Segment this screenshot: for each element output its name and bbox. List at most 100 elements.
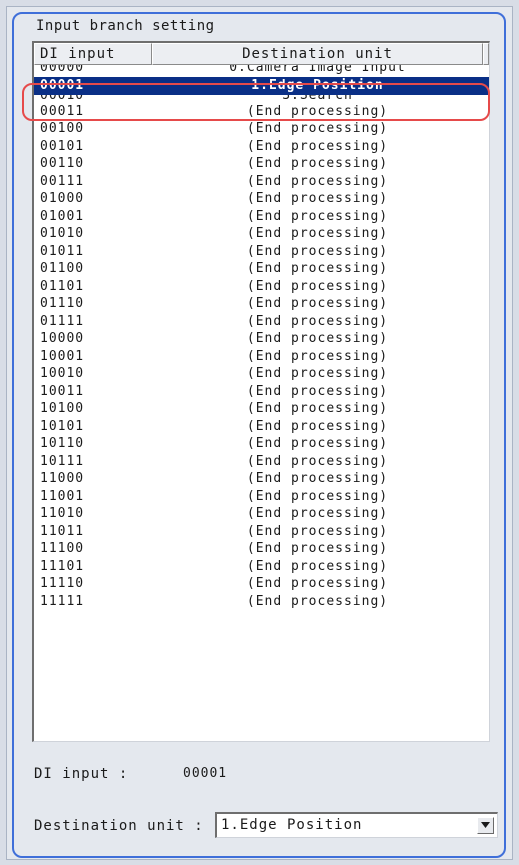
row-di: 11110 [40, 576, 85, 591]
row-di: 01001 [40, 208, 85, 224]
column-header-destination-unit[interactable]: Destination unit [152, 43, 483, 65]
row-di: 10100 [40, 401, 85, 416]
list-row[interactable]: 01001 (End processing) [34, 208, 489, 226]
list-row[interactable]: 00100 (End processing) [34, 120, 489, 138]
list-row[interactable]: 00110 (End processing) [34, 155, 489, 173]
row-dest: (End processing) [246, 436, 389, 451]
row-dest: (End processing) [246, 366, 389, 381]
row-dest: (End processing) [246, 576, 389, 591]
row-dest: 3.Search [282, 94, 353, 103]
di-input-value: 00001 [183, 766, 228, 781]
branch-list[interactable]: DI input Destination unit 00000 0.Camera… [32, 41, 490, 742]
row-di: 01100 [40, 261, 85, 276]
list-row-selected[interactable]: 00001 1.Edge Position [34, 77, 489, 95]
dropdown-button[interactable] [477, 817, 494, 834]
column-header-filler [483, 43, 489, 65]
row-di: 11100 [40, 541, 85, 556]
row-dest: (End processing) [246, 453, 389, 469]
list-row-partial[interactable]: 00000 0.Camera Image Input [34, 65, 489, 77]
list-row[interactable]: 01011 (End processing) [34, 243, 489, 261]
row-dest: (End processing) [246, 138, 389, 154]
row-dest: (End processing) [246, 331, 389, 346]
row-di: 01110 [40, 296, 85, 311]
row-dest: (End processing) [246, 418, 389, 434]
row-di: 10111 [40, 453, 85, 469]
list-row[interactable]: 00011 (End processing) [34, 103, 489, 121]
row-di: 01010 [40, 226, 85, 241]
row-di: 00010 [40, 94, 85, 103]
row-dest: (End processing) [246, 261, 389, 276]
list-row[interactable]: 01111 (End processing) [34, 313, 489, 331]
row-di: 10010 [40, 366, 85, 381]
row-dest: (End processing) [246, 243, 389, 259]
list-row[interactable]: 01101 (End processing) [34, 278, 489, 296]
row-dest: (End processing) [246, 191, 389, 206]
di-input-label: DI input : [34, 766, 129, 782]
row-dest: (End processing) [246, 383, 389, 399]
row-di: 01011 [40, 243, 85, 259]
row-dest: (End processing) [246, 313, 389, 329]
row-dest: (End processing) [246, 121, 389, 136]
row-di: 01101 [40, 278, 85, 294]
row-dest: (End processing) [246, 226, 389, 241]
row-dest: 0.Camera Image Input [229, 65, 406, 75]
row-dest: (End processing) [246, 558, 389, 574]
list-row[interactable]: 00101 (End processing) [34, 138, 489, 156]
list-row[interactable]: 11000 (End processing) [34, 470, 489, 488]
row-dest: (End processing) [246, 593, 389, 609]
row-di: 11001 [40, 488, 85, 504]
row-dest: (End processing) [246, 208, 389, 224]
row-dest: (End processing) [246, 103, 389, 119]
list-row[interactable]: 10100 (End processing) [34, 400, 489, 418]
row-di: 11101 [40, 558, 85, 574]
row-dest: 1.Edge Position [251, 78, 384, 93]
list-row[interactable]: 01100 (End processing) [34, 260, 489, 278]
destination-unit-select[interactable]: 1.Edge Position [215, 812, 498, 838]
list-row[interactable]: 10011 (End processing) [34, 383, 489, 401]
row-di: 00100 [40, 121, 85, 136]
row-di: 11000 [40, 471, 85, 486]
list-row[interactable]: 10010 (End processing) [34, 365, 489, 383]
list-row[interactable]: 01000 (End processing) [34, 190, 489, 208]
list-row[interactable]: 10000 (End processing) [34, 330, 489, 348]
row-dest: (End processing) [246, 401, 389, 416]
row-dest: (End processing) [246, 156, 389, 171]
row-di: 10110 [40, 436, 85, 451]
list-row[interactable]: 00111 (End processing) [34, 173, 489, 191]
row-dest: (End processing) [246, 296, 389, 311]
row-di: 10011 [40, 383, 85, 399]
row-di: 10001 [40, 348, 85, 364]
row-di: 11010 [40, 506, 85, 521]
column-header-di-input[interactable]: DI input [34, 43, 152, 65]
list-row-partial[interactable]: 00010 3.Search [34, 95, 489, 103]
row-di: 00011 [40, 103, 85, 119]
row-dest: (End processing) [246, 173, 389, 189]
list-header: DI input Destination unit [34, 43, 489, 65]
row-di: 00101 [40, 138, 85, 154]
list-row[interactable]: 11111 (End processing) [34, 593, 489, 611]
list-row[interactable]: 11001 (End processing) [34, 488, 489, 506]
row-di: 11011 [40, 523, 85, 539]
row-dest: (End processing) [246, 541, 389, 556]
destination-unit-label: Destination unit : [34, 818, 204, 834]
list-row[interactable]: 10001 (End processing) [34, 348, 489, 366]
chevron-down-icon [481, 822, 490, 828]
row-di: 01111 [40, 313, 85, 329]
list-row[interactable]: 10111 (End processing) [34, 453, 489, 471]
row-di: 00111 [40, 173, 85, 189]
row-dest: (End processing) [246, 523, 389, 539]
list-row[interactable]: 11011 (End processing) [34, 523, 489, 541]
row-dest: (End processing) [246, 506, 389, 521]
list-row[interactable]: 01010 (End processing) [34, 225, 489, 243]
row-dest: (End processing) [246, 488, 389, 504]
list-row[interactable]: 11110 (End processing) [34, 575, 489, 593]
list-row[interactable]: 10110 (End processing) [34, 435, 489, 453]
row-di: 00110 [40, 156, 85, 171]
list-row[interactable]: 01110 (End processing) [34, 295, 489, 313]
list-row[interactable]: 10101 (End processing) [34, 418, 489, 436]
list-row[interactable]: 11101 (End processing) [34, 558, 489, 576]
row-dest: (End processing) [246, 278, 389, 294]
list-row[interactable]: 11100 (End processing) [34, 540, 489, 558]
row-di: 00001 [40, 78, 85, 93]
list-row[interactable]: 11010 (End processing) [34, 505, 489, 523]
